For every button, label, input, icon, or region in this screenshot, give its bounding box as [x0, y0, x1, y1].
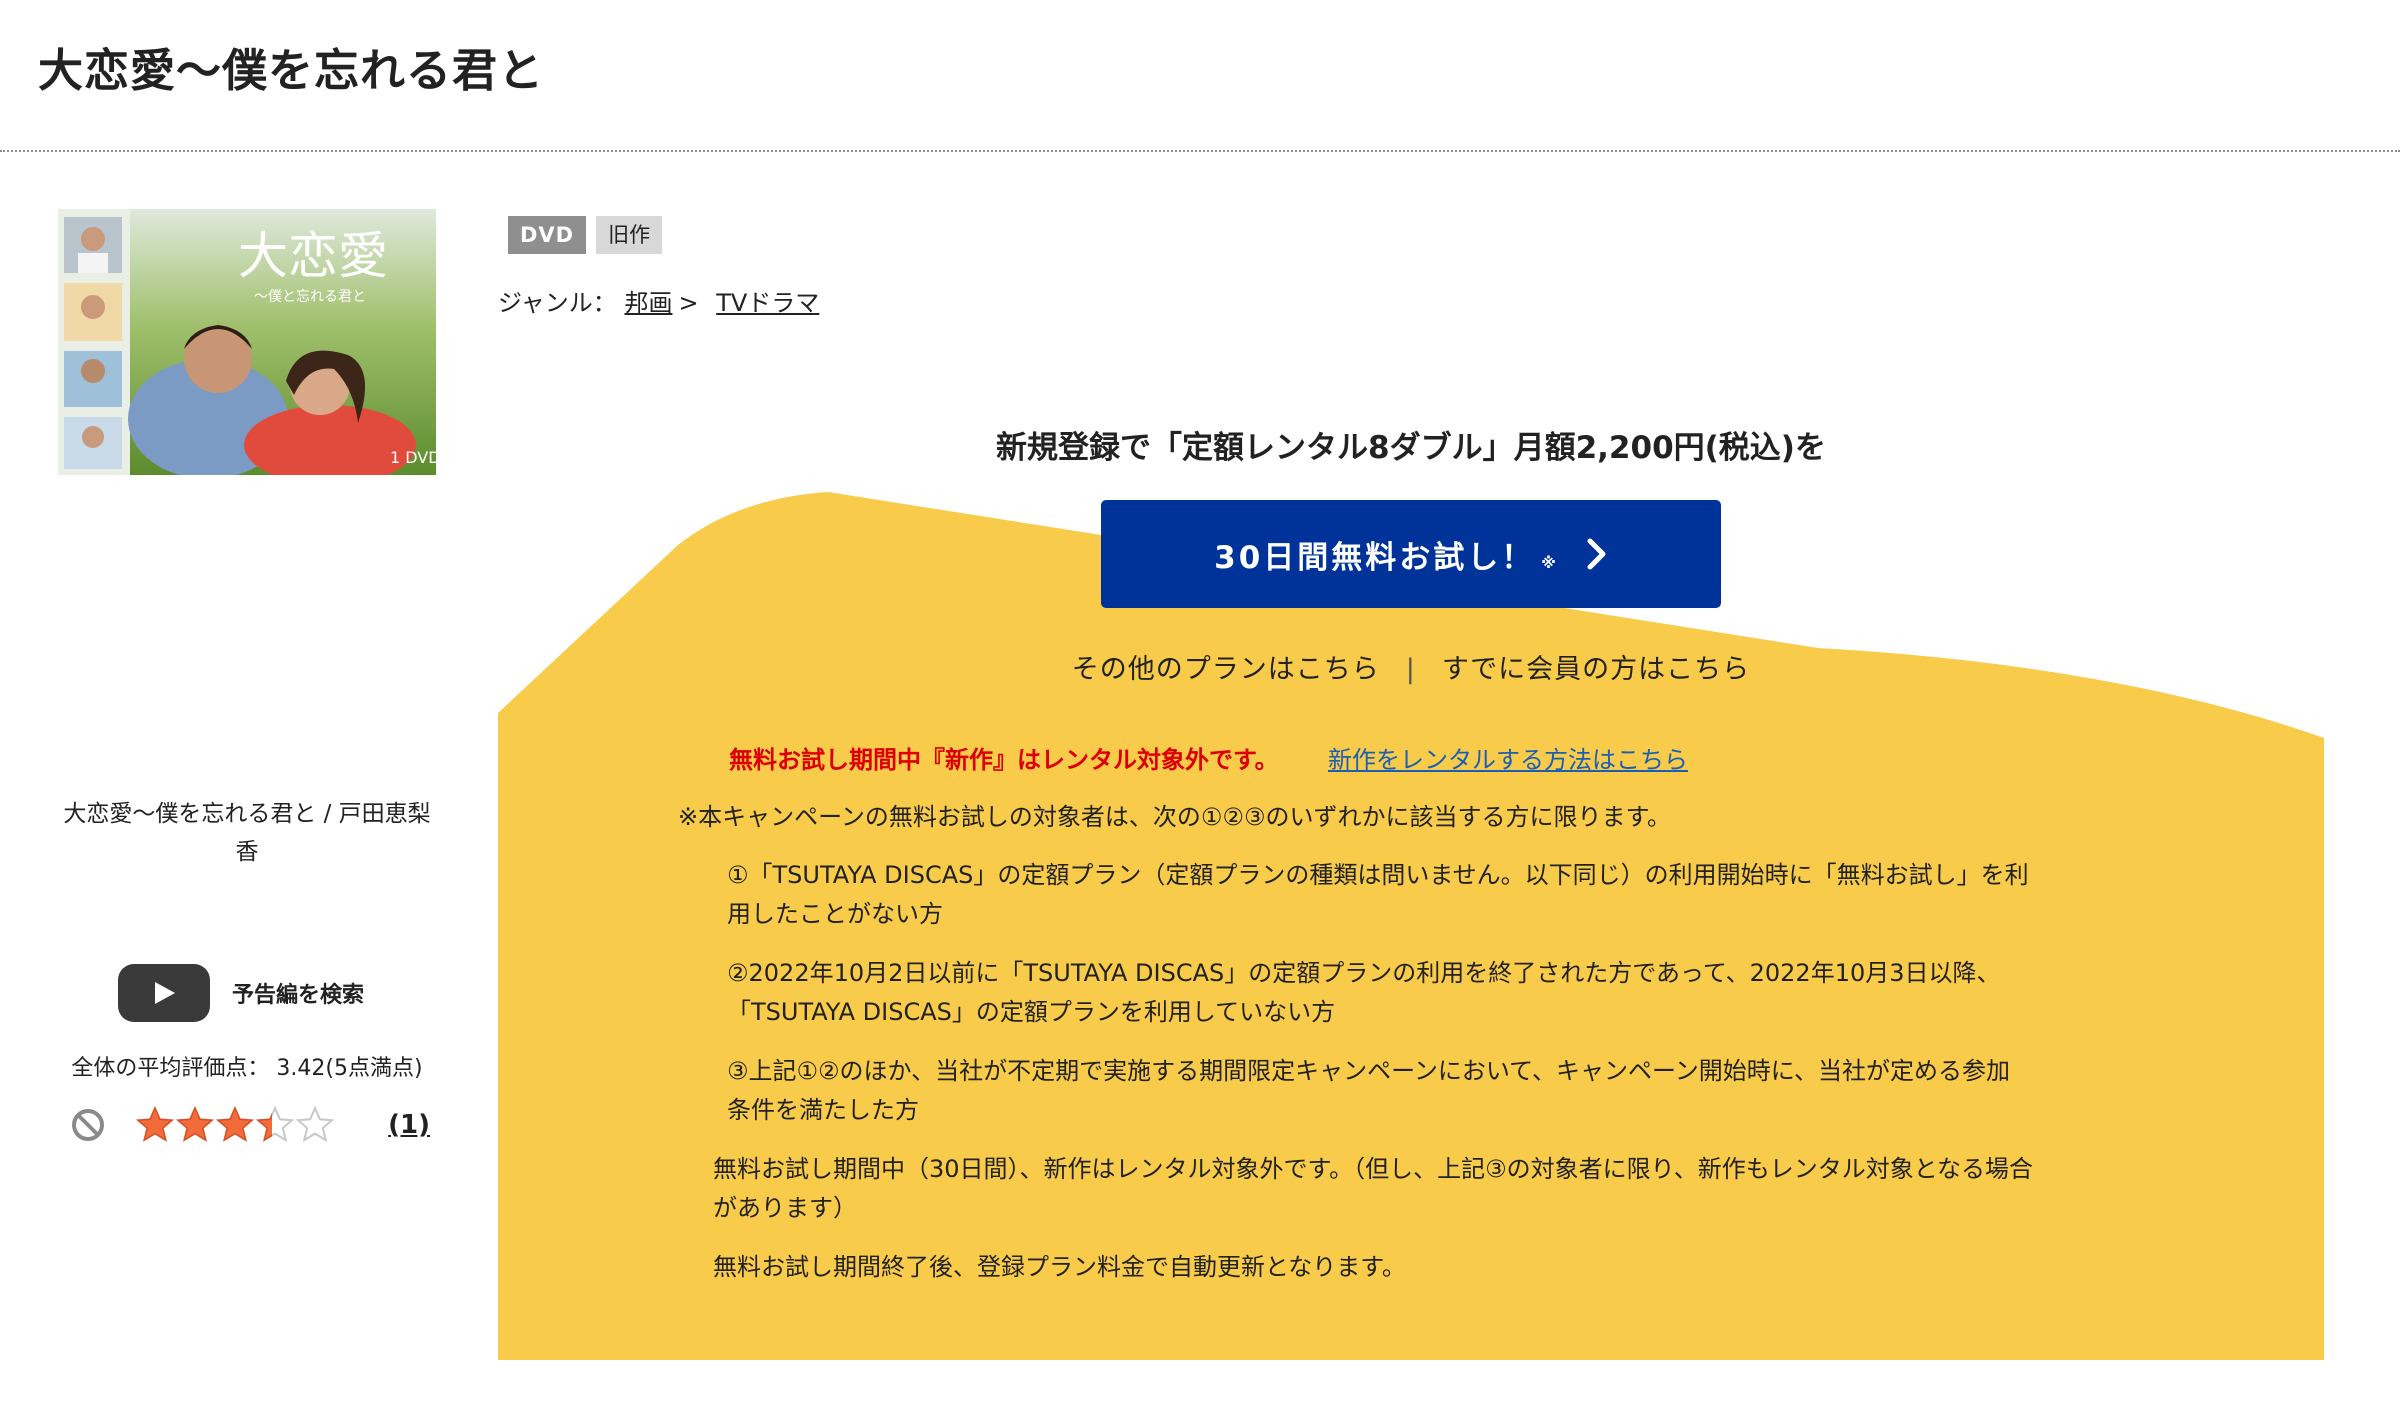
plan-links: その他のプランはこちら | すでに会員の方はこちら [498, 647, 2324, 686]
term-2-line-1: ②2022年10月2日以前に「TSUTAYA DISCAS」の定額プランの利用を… [727, 959, 2001, 987]
trailer-search-button[interactable]: 予告編を検索 [118, 962, 418, 1024]
star-icon[interactable] [176, 1106, 214, 1144]
promo-heading: 新規登録で「定額レンタル8ダブル」月額2,200円(税込)を [996, 430, 1826, 466]
genre-link-secondary[interactable]: TVドラマ [716, 289, 819, 317]
other-plans-link[interactable]: その他のプランはこちら [1072, 654, 1380, 685]
genre-link-primary[interactable]: 邦画 [624, 289, 672, 317]
link-divider: | [1405, 654, 1416, 685]
note-1-line-1: 無料お試し期間中（30日間）、新作はレンタル対象外です。（但し、上記③の対象者に… [713, 1155, 2033, 1183]
new-release-rental-link[interactable]: 新作をレンタルする方法はこちら [1328, 740, 1688, 775]
free-trial-button[interactable]: 30日間無料お試し！ ※ [1101, 500, 1721, 608]
cover-disc-label: 1 DVD [390, 448, 436, 467]
no-rating-icon[interactable] [70, 1107, 106, 1143]
free-trial-note-mark: ※ [1541, 554, 1556, 572]
term-3-line-1: ③上記①②のほか、当社が不定期で実施する期間限定キャンペーンにおいて、キャンペー… [727, 1057, 2011, 1085]
free-trial-label: 30日間無料お試し！ [1214, 539, 1536, 576]
note-2: 無料お試し期間終了後、登録プラン料金で自動更新となります。 [713, 1253, 1406, 1281]
average-rating-text: 全体の平均評価点： 3.42(5点満点) [71, 1056, 423, 1081]
badge-group: DVD 旧作 [508, 216, 672, 254]
genre-breadcrumb: ジャンル： 邦画 > TVドラマ [498, 283, 819, 318]
cover-subtitle-art: 〜僕と忘れる君と [254, 289, 366, 305]
star-icon[interactable] [216, 1106, 254, 1144]
review-count-link[interactable]: (1) [388, 1110, 430, 1140]
format-badge: DVD [508, 216, 587, 254]
cover-caption: 大恋愛〜僕を忘れる君と / 戸田恵梨香 [63, 801, 431, 865]
new-release-notice: 無料お試し期間中『新作』はレンタル対象外です。 [729, 746, 1279, 774]
cover-title-art: 大恋愛 [238, 227, 388, 285]
chevron-right-icon [1587, 538, 1606, 570]
play-icon [118, 964, 210, 1022]
term-1-line-2: 用したことがない方 [727, 900, 943, 928]
cover-image[interactable]: 大恋愛 〜僕と忘れる君と 1 DVD [58, 209, 436, 475]
genre-separator: > [678, 289, 699, 317]
page-title: 大恋愛〜僕を忘れる君と [38, 44, 545, 97]
release-type-badge: 旧作 [596, 216, 663, 254]
star-icon[interactable] [256, 1106, 294, 1144]
trailer-search-label: 予告編を検索 [232, 983, 365, 1008]
members-link[interactable]: すでに会員の方はこちら [1442, 654, 1750, 685]
genre-label: ジャンル： [498, 289, 617, 317]
star-icon[interactable] [296, 1106, 334, 1144]
terms-intro: ※本キャンペーンの無料お試しの対象者は、次の①②③のいずれかに該当する方に限りま… [678, 803, 1672, 831]
header-divider [0, 150, 2400, 152]
star-icon[interactable] [136, 1106, 174, 1144]
term-1-line-1: ①「TSUTAYA DISCAS」の定額プラン（定額プランの種類は問いません。以… [727, 861, 2029, 889]
note-1-line-2: があります） [713, 1194, 857, 1222]
term-3-line-2: 条件を満たした方 [727, 1096, 919, 1124]
rating-row: (1) [70, 1100, 440, 1150]
term-2-line-2: 「TSUTAYA DISCAS」の定額プランを利用していない方 [727, 998, 1336, 1026]
star-rating[interactable] [136, 1106, 336, 1144]
